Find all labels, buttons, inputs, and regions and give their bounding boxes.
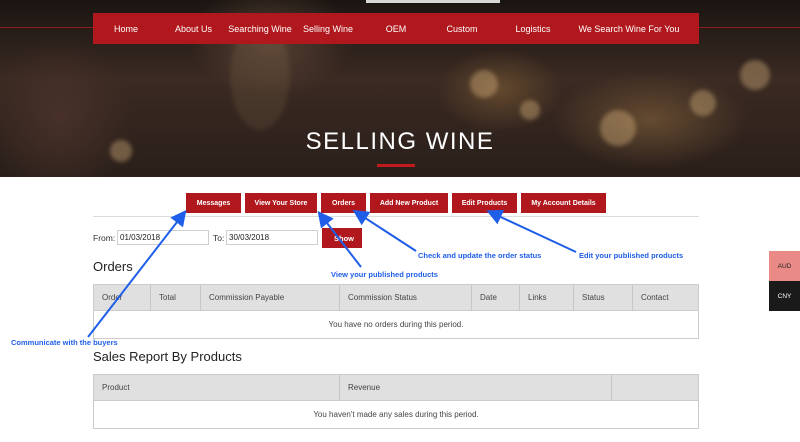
nav-oem[interactable]: OEM [364, 24, 428, 34]
to-label: To: [213, 233, 225, 243]
messages-button[interactable]: Messages [186, 193, 241, 213]
orders-heading: Orders [93, 259, 133, 274]
column-header: Revenue [339, 375, 611, 401]
view-your-store-button[interactable]: View Your Store [245, 193, 317, 213]
main-nav: Home About Us Searching Wine Selling Win… [93, 13, 699, 44]
nav-home[interactable]: Home [93, 24, 159, 34]
from-label: From: [93, 233, 116, 243]
bokeh-light [520, 100, 540, 120]
my-account-details-button[interactable]: My Account Details [521, 193, 606, 213]
bokeh-light [690, 90, 716, 116]
title-underline [377, 164, 415, 167]
annotation-view-store: View your published products [331, 270, 438, 279]
column-header: Commission Payable [200, 285, 339, 311]
orders-table-header: Order Total Commission Payable Commissio… [94, 285, 698, 311]
orders-button[interactable]: Orders [321, 193, 366, 213]
top-strip [366, 0, 500, 3]
column-header: Date [471, 285, 519, 311]
column-header: Contact [632, 285, 698, 311]
from-date-input[interactable]: 01/03/2018 [117, 230, 209, 245]
orders-table: Order Total Commission Payable Commissio… [93, 284, 699, 339]
column-header: Status [573, 285, 632, 311]
nav-custom[interactable]: Custom [428, 24, 496, 34]
edit-products-button[interactable]: Edit Products [452, 193, 517, 213]
nav-selling-wine[interactable]: Selling Wine [292, 24, 364, 34]
sales-empty-message: You haven't made any sales during this p… [94, 401, 698, 428]
currency-cny[interactable]: CNY [769, 281, 800, 311]
to-date-input[interactable]: 30/03/2018 [226, 230, 318, 245]
bokeh-light [470, 70, 498, 98]
add-new-product-button[interactable]: Add New Product [370, 193, 448, 213]
column-header: Links [519, 285, 573, 311]
nav-searching-wine[interactable]: Searching Wine [228, 24, 292, 34]
sales-table-header: Product Revenue [94, 375, 698, 401]
nav-about-us[interactable]: About Us [159, 24, 228, 34]
arrow-edit-products [486, 209, 577, 253]
sales-report-heading: Sales Report By Products [93, 349, 242, 364]
annotation-orders: Check and update the order status [418, 251, 542, 260]
column-header: Order [102, 293, 123, 302]
nav-logistics[interactable]: Logistics [496, 24, 570, 34]
column-header: Total [150, 285, 200, 311]
annotation-messages: Communicate with the buyers [11, 338, 118, 347]
page-title: SELLING WINE [305, 128, 495, 155]
divider [93, 216, 699, 217]
column-header: Product [102, 383, 130, 392]
show-button[interactable]: Show [322, 228, 362, 248]
nav-we-search-wine[interactable]: We Search Wine For You [570, 24, 688, 34]
currency-aud[interactable]: AUD [769, 251, 800, 281]
column-header: Commission Status [339, 285, 471, 311]
orders-empty-message: You have no orders during this period. [94, 311, 698, 338]
bokeh-light [740, 60, 770, 90]
column-header [611, 375, 698, 401]
sales-report-table: Product Revenue You haven't made any sal… [93, 374, 699, 429]
annotation-edit-products: Edit your published products [579, 251, 684, 260]
arrow-orders [352, 209, 417, 252]
